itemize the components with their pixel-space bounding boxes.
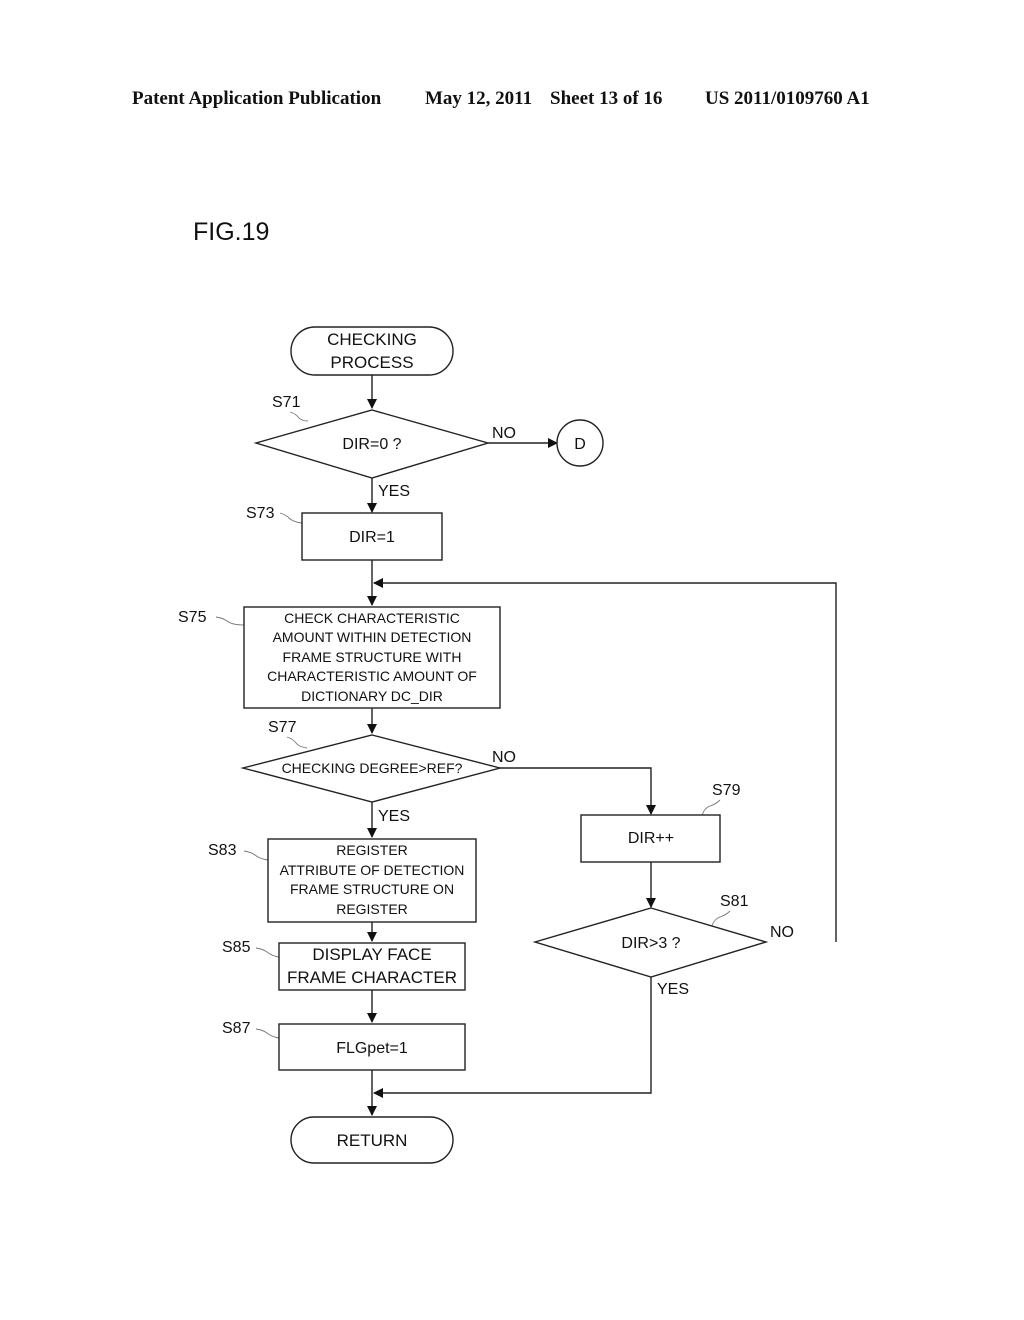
start-line-2: PROCESS xyxy=(330,353,413,372)
s81-no-label: NO xyxy=(770,924,794,941)
s83-line-3: FRAME STRUCTURE ON xyxy=(290,881,454,897)
s81-yes-label: YES xyxy=(657,981,689,998)
return-terminal: RETURN xyxy=(290,1116,454,1164)
process-text-s79: DIR++ xyxy=(628,830,674,847)
process-s73: S73 DIR=1 xyxy=(246,505,443,561)
process-s79: S79 DIR++ xyxy=(580,782,741,863)
leader-s87 xyxy=(255,1028,280,1039)
s83-line-4: REGISTER xyxy=(336,901,408,917)
process-text-s73: DIR=1 xyxy=(349,529,395,546)
decision-s81: S81 DIR>3 ? NO YES xyxy=(532,893,794,998)
step-label-s77: S77 xyxy=(268,719,297,736)
s77-yes-label: YES xyxy=(378,808,410,825)
start-terminal: CHECKING PROCESS xyxy=(290,326,454,376)
s85-line-1: DISPLAY FACE xyxy=(312,945,431,964)
step-label-s87: S87 xyxy=(222,1020,251,1037)
leader-s83 xyxy=(243,850,269,861)
step-label-s71: S71 xyxy=(272,394,301,411)
process-s83: S83 REGISTER ATTRIBUTE OF DETECTION FRAM… xyxy=(208,838,477,923)
s71-yes-label: YES xyxy=(378,483,410,500)
leader-s79 xyxy=(701,799,721,817)
s75-line-2: AMOUNT WITHIN DETECTION xyxy=(273,629,472,645)
connectors xyxy=(367,375,837,1116)
s75-line-3: FRAME STRUCTURE WITH xyxy=(283,649,462,665)
step-label-s79: S79 xyxy=(712,782,741,799)
s83-line-2: ATTRIBUTE OF DETECTION xyxy=(280,862,465,878)
edge-s77-no-s79 xyxy=(500,767,656,815)
return-text: RETURN xyxy=(337,1131,408,1150)
process-text-s87: FLGpet=1 xyxy=(336,1040,408,1057)
process-s75: S75 CHECK CHARACTERISTIC AMOUNT WITHIN D… xyxy=(178,606,501,709)
leader-s85 xyxy=(255,947,280,958)
process-s87: S87 FLGpet=1 xyxy=(222,1020,466,1071)
decision-text-s71: DIR=0 ? xyxy=(342,436,401,453)
start-line-1: CHECKING xyxy=(327,330,417,349)
step-label-s75: S75 xyxy=(178,609,207,626)
leader-s71 xyxy=(289,411,309,422)
connector-d: D xyxy=(556,419,604,467)
s83-line-1: REGISTER xyxy=(336,842,408,858)
leader-s81 xyxy=(710,910,731,929)
leader-s77 xyxy=(286,736,308,749)
decision-s77: S77 CHECKING DEGREE>REF? NO YES xyxy=(240,719,516,825)
s85-line-2: FRAME CHARACTER xyxy=(287,968,457,987)
s71-no-label: NO xyxy=(492,425,516,442)
leader-s73 xyxy=(279,512,303,524)
leader-s75 xyxy=(215,616,245,626)
decision-text-s77: CHECKING DEGREE>REF? xyxy=(282,760,463,776)
step-label-s83: S83 xyxy=(208,842,237,859)
step-label-s73: S73 xyxy=(246,505,275,522)
flowchart: CHECKING PROCESS S71 DIR=0 ? NO YES D S7… xyxy=(178,326,837,1164)
s75-line-5: DICTIONARY DC_DIR xyxy=(301,688,443,704)
step-label-s85: S85 xyxy=(222,939,251,956)
decision-s71: S71 DIR=0 ? NO YES xyxy=(253,394,516,500)
process-s85: S85 DISPLAY FACE FRAME CHARACTER xyxy=(222,939,466,991)
decision-text-s81: DIR>3 ? xyxy=(621,935,680,952)
s77-no-label: NO xyxy=(492,749,516,766)
s75-line-4: CHARACTERISTIC AMOUNT OF xyxy=(267,668,477,684)
connector-d-text: D xyxy=(574,436,586,453)
step-label-s81: S81 xyxy=(720,893,749,910)
s75-line-1: CHECK CHARACTERISTIC xyxy=(284,610,460,626)
